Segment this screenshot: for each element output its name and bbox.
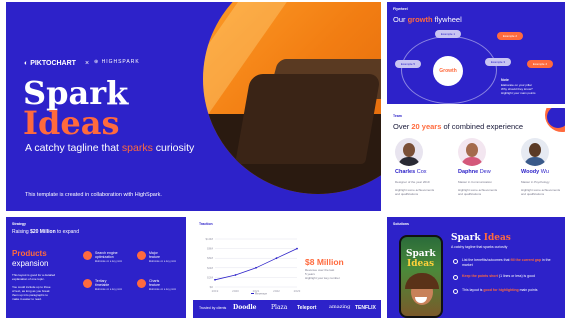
logo-strip: Trusted by clients Doodle Plaza Teleport… bbox=[193, 300, 381, 318]
avatar bbox=[458, 138, 486, 166]
point-text: This layout is good for highlighting mai… bbox=[462, 288, 538, 292]
tagline: A catchy tagline that sparks curiosity bbox=[451, 245, 508, 249]
title-ideas: Ideas bbox=[23, 104, 120, 142]
avatar bbox=[395, 138, 423, 166]
note-title: Note bbox=[501, 78, 509, 82]
member-desc: and qualifications bbox=[395, 192, 419, 196]
bullet-icon bbox=[83, 279, 92, 288]
point-text: List the benefits/outcomes that fill the… bbox=[462, 258, 551, 267]
legend-swatch bbox=[251, 293, 254, 294]
flywheel-node: Example 2 bbox=[497, 32, 523, 40]
data-point bbox=[234, 274, 237, 276]
body-text: explanation of one topic. bbox=[12, 277, 45, 281]
member-role: Designer of the year 2019 bbox=[395, 180, 430, 184]
tagline: A catchy tagline that sparks curiosity bbox=[25, 142, 195, 154]
client-logo: Plaza bbox=[271, 304, 288, 311]
section-heading: Products bbox=[12, 249, 47, 258]
check-icon bbox=[453, 289, 458, 294]
bullet-icon bbox=[83, 251, 92, 260]
member-desc: and qualifications bbox=[521, 192, 545, 196]
hero-photo bbox=[203, 2, 381, 194]
data-point bbox=[296, 247, 298, 250]
client-logo: TENFLIX bbox=[355, 305, 376, 311]
data-point bbox=[214, 278, 216, 281]
phone-mockup: Spark Ideas bbox=[399, 235, 443, 318]
member-name: Charles Cox bbox=[395, 169, 427, 175]
footer-note: This template is created in collaboratio… bbox=[25, 192, 162, 198]
phone-title: Spark bbox=[406, 249, 436, 259]
client-logo: Teleport bbox=[297, 305, 317, 311]
item-title: feature bbox=[149, 255, 160, 259]
client-logo: amazing bbox=[329, 304, 351, 310]
slide-flywheel[interactable]: Flywheel Our growth flywheel Growth Exam… bbox=[387, 2, 565, 104]
person-hair bbox=[405, 273, 439, 289]
slide-heading: Spark Ideas bbox=[451, 233, 511, 243]
big-number-desc: Highlight your key number bbox=[305, 276, 340, 280]
item-desc: Elaborate on a key point bbox=[95, 288, 122, 291]
data-point bbox=[255, 266, 257, 269]
slide-heading: Raising $20 Million to expand bbox=[12, 229, 79, 235]
note-line: Highlight your main points bbox=[501, 91, 536, 95]
member-name: Woody Wu bbox=[521, 169, 549, 175]
decor-circle bbox=[547, 108, 565, 128]
x-tick-label: 2019 bbox=[212, 289, 219, 293]
brand-separator: × bbox=[85, 60, 90, 67]
x-tick-label: 2022 bbox=[273, 289, 280, 293]
series-line bbox=[214, 248, 298, 281]
flywheel-node: Example 1 bbox=[435, 30, 461, 38]
client-logo: Doodle bbox=[233, 304, 257, 311]
slide-solutions[interactable]: Solutions Spark Ideas Spark Ideas A catc… bbox=[387, 217, 565, 318]
slide-heading: Over 20 years of combined experience bbox=[393, 122, 524, 131]
piktochart-logo-icon: ◐ bbox=[24, 60, 29, 67]
trusted-label: Trusted by clients bbox=[199, 306, 227, 310]
y-tick-label: $2M bbox=[207, 275, 213, 279]
brand-highspark: ⊛ HIGHSPARK bbox=[94, 59, 140, 65]
y-tick-label: $10M bbox=[205, 237, 213, 241]
y-tick-label: $4M bbox=[207, 266, 213, 270]
slide-title[interactable]: ◐ PIKTOCHART × ⊛ HIGHSPARK Spark Ideas A… bbox=[6, 2, 381, 211]
body-text: make it easier to read. bbox=[12, 297, 42, 301]
x-tick-label: 2023 bbox=[294, 289, 301, 293]
data-point bbox=[275, 257, 278, 260]
phone-title: Ideas bbox=[407, 259, 435, 269]
slide-strategy[interactable]: Strategy Raising $20 Million to expand P… bbox=[6, 217, 186, 318]
member-role: Master in Psychology bbox=[521, 180, 550, 184]
item-desc: Elaborate on a key point bbox=[149, 260, 176, 263]
y-tick-label: $6M bbox=[207, 256, 213, 260]
big-number: $8 Million bbox=[305, 257, 344, 267]
flywheel-node: Example 4 bbox=[527, 60, 553, 68]
member-desc: and qualifications bbox=[458, 192, 482, 196]
item-title: feature bbox=[149, 283, 160, 287]
member-name: Daphne Dew bbox=[458, 169, 491, 175]
point-text: Keep the points short (1 lines or less) … bbox=[462, 274, 535, 278]
item-desc: Elaborate on a key point bbox=[149, 288, 176, 291]
highspark-logo-icon: ⊛ bbox=[94, 59, 100, 65]
member-role: Master in Communication bbox=[458, 180, 493, 184]
kicker: Strategy bbox=[12, 222, 27, 226]
slide-team[interactable]: Team Over 20 years of combined experienc… bbox=[387, 108, 565, 211]
flywheel-node: Example 5 bbox=[395, 60, 421, 68]
slide-heading: Our growth flywheel bbox=[393, 15, 462, 24]
bullet-icon bbox=[137, 279, 146, 288]
y-tick-label: $8M bbox=[207, 247, 213, 251]
revenue-chart: $10M$8M$6M$4M$2M$02019 2020 2021 2022 2023Re… bbox=[205, 237, 301, 296]
kicker: Team bbox=[393, 114, 402, 118]
section-heading: expansion bbox=[12, 259, 49, 268]
item-title: timetable bbox=[95, 283, 110, 287]
slide-traction[interactable]: Traction $10M $8M $6M $4M $2M $0 2019 2020 2021 2… bbox=[193, 217, 381, 318]
kicker: Flywheel bbox=[393, 7, 408, 11]
legend-label: Revenue bbox=[255, 292, 267, 296]
brand-piktochart: ◐ PIKTOCHART bbox=[24, 60, 76, 67]
bullet-icon bbox=[137, 251, 146, 260]
x-tick-label: 2020 bbox=[232, 289, 239, 293]
check-icon bbox=[453, 275, 458, 280]
item-desc: Elaborate on a key point bbox=[95, 260, 122, 263]
avatar bbox=[521, 138, 549, 166]
item-title: optimization bbox=[95, 255, 114, 259]
flywheel-node: Example 3 bbox=[485, 58, 511, 66]
flywheel-center: Growth bbox=[433, 56, 463, 86]
kicker: Solutions bbox=[393, 222, 409, 226]
check-icon bbox=[453, 259, 458, 264]
